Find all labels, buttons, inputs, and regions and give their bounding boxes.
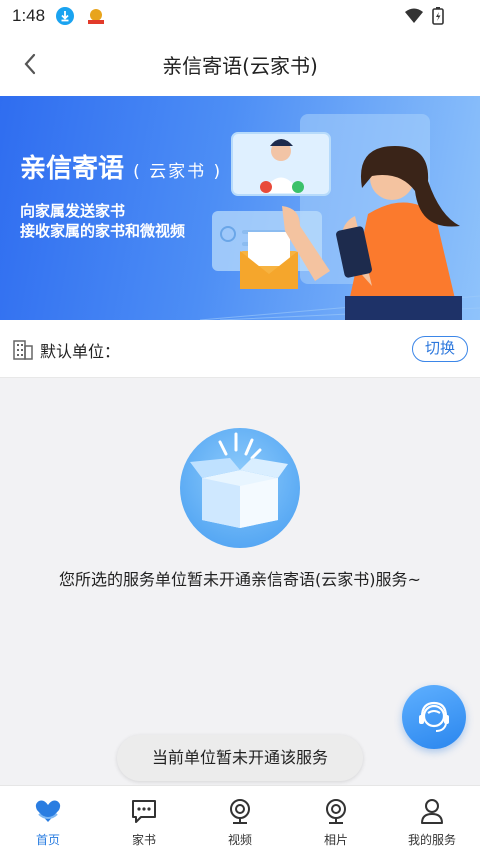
tab-photos[interactable]: 相片	[288, 786, 384, 853]
status-bar: 1:48	[0, 0, 480, 34]
switch-unit-button[interactable]: 切换	[412, 336, 468, 362]
headset-icon	[419, 701, 449, 732]
toast-message: 当前单位暂未开通该服务	[117, 735, 363, 781]
empty-box-illustration	[180, 428, 300, 548]
heart-hands-icon	[35, 800, 61, 822]
camera-icon	[326, 799, 346, 824]
bottom-tab-bar: 首页 家书 视频 相片 我的服务	[0, 785, 480, 853]
tab-label: 相片	[323, 833, 348, 847]
status-time: 1:48	[12, 6, 46, 25]
tab-label: 视频	[227, 833, 252, 847]
tab-letters[interactable]: 家书	[96, 786, 192, 853]
wifi-icon	[405, 8, 423, 23]
message-icon	[132, 800, 156, 823]
customer-service-button[interactable]	[402, 685, 466, 749]
tab-my-services[interactable]: 我的服务	[384, 786, 480, 853]
tab-label: 我的服务	[407, 833, 456, 847]
banner-title: 亲信寄语 ( 云家书 )	[20, 148, 222, 185]
default-unit-bar: 默认单位： 切换	[0, 320, 480, 378]
banner-line-1: 向家属发送家书	[20, 202, 126, 220]
tab-home[interactable]: 首页	[0, 786, 96, 853]
tab-label: 首页	[35, 833, 60, 847]
battery-icon	[432, 7, 444, 25]
banner-line-2: 接收家属的家书和微视频	[20, 222, 186, 240]
default-unit-label: 默认单位：	[40, 342, 121, 361]
banner-title-sub: ( 云家书 )	[133, 162, 223, 182]
banner-title-main: 亲信寄语	[20, 154, 125, 184]
person-icon	[421, 799, 443, 824]
promo-banner: 亲信寄语 ( 云家书 ) 向家属发送家书 接收家属的家书和微视频	[0, 96, 480, 320]
empty-message: 您所选的服务单位暂未开通亲信寄语(云家书)服务~	[59, 570, 421, 589]
tab-label: 家书	[131, 833, 156, 847]
download-icon	[56, 7, 74, 25]
camera-icon	[230, 799, 250, 824]
app-badge-icon	[88, 9, 104, 24]
app-header: 亲信寄语(云家书)	[0, 34, 480, 96]
page-title: 亲信寄语(云家书)	[162, 54, 318, 78]
tab-video[interactable]: 视频	[192, 786, 288, 853]
open-box-icon	[190, 432, 288, 528]
building-icon	[13, 340, 33, 360]
